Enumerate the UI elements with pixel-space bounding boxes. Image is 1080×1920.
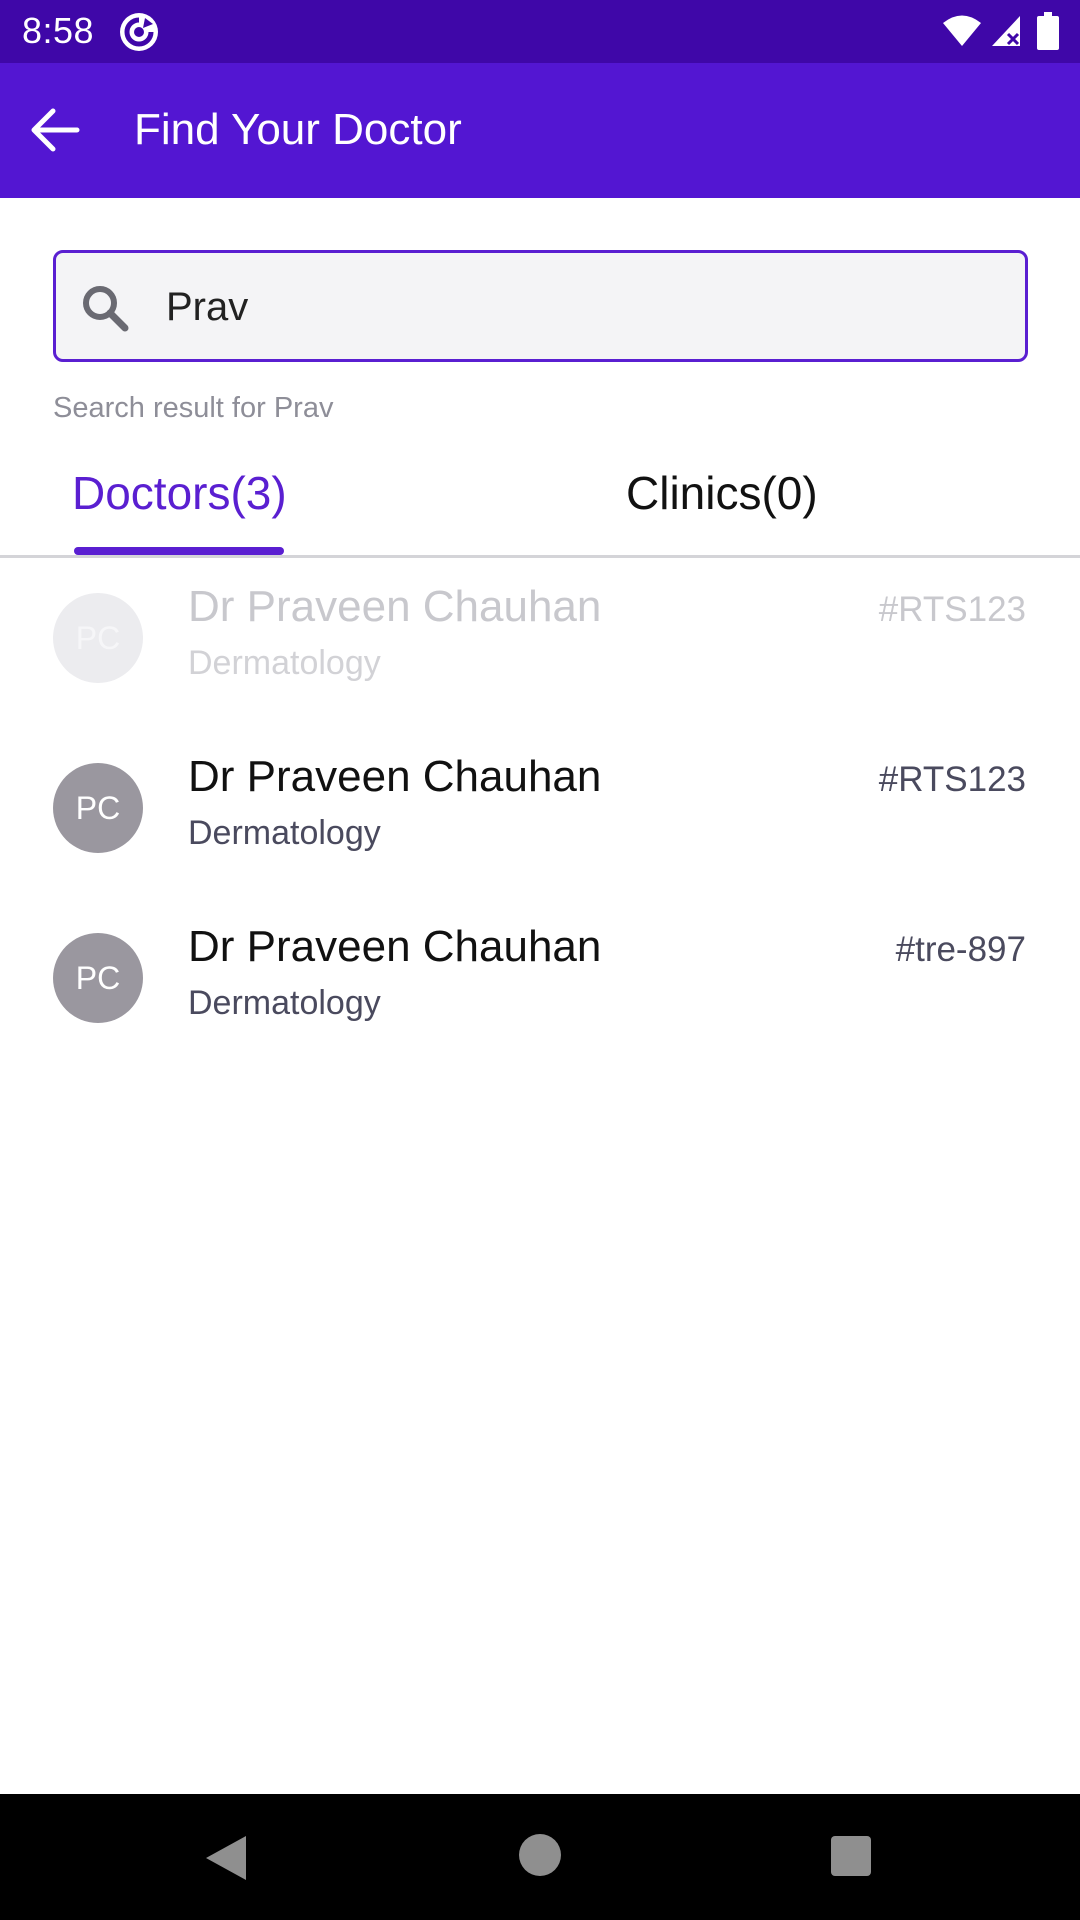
wifi-icon	[943, 15, 981, 46]
doctor-specialty: Dermatology	[188, 984, 381, 1022]
nav-back-icon[interactable]	[204, 1834, 248, 1882]
app-bar: Find Your Doctor	[0, 63, 1080, 198]
tab-doctors[interactable]: Doctors(3)	[72, 466, 287, 520]
doctor-code: #tre-897	[895, 930, 1026, 969]
doctor-code: #RTS123	[878, 590, 1026, 629]
search-box[interactable]	[53, 250, 1028, 362]
arrow-left-icon	[31, 108, 80, 152]
system-nav-bar	[0, 1794, 1080, 1920]
doctor-list-item[interactable]: PC Dr Praveen Chauhan Dermatology #RTS12…	[0, 728, 1080, 898]
battery-icon	[1037, 12, 1059, 50]
search-result-caption: Search result for Prav	[53, 392, 334, 424]
avatar: PC	[53, 763, 143, 853]
doctor-name: Dr Praveen Chauhan	[188, 752, 602, 801]
doctor-name: Dr Praveen Chauhan	[188, 922, 602, 971]
nav-home-icon[interactable]	[519, 1834, 561, 1876]
doctor-name: Dr Praveen Chauhan	[188, 582, 602, 631]
avatar: PC	[53, 593, 143, 683]
signal-icon	[992, 16, 1020, 46]
doctor-specialty: Dermatology	[188, 644, 381, 682]
tab-bar: Doctors(3) Clinics(0)	[0, 448, 1080, 558]
page-title: Find Your Doctor	[134, 105, 462, 154]
status-time: 8:58	[22, 10, 95, 51]
tab-clinics[interactable]: Clinics(0)	[626, 466, 818, 520]
search-icon	[83, 286, 129, 332]
back-button[interactable]	[22, 97, 88, 163]
status-bar: 8:58	[0, 0, 1080, 63]
avatar: PC	[53, 933, 143, 1023]
search-input[interactable]	[166, 271, 996, 343]
doctor-list-item[interactable]: PC Dr Praveen Chauhan Dermatology #RTS12…	[0, 558, 1080, 728]
tab-active-indicator	[74, 547, 284, 555]
nav-recents-icon[interactable]	[831, 1836, 871, 1876]
doctor-specialty: Dermatology	[188, 814, 381, 852]
doctor-list-item[interactable]: PC Dr Praveen Chauhan Dermatology #tre-8…	[0, 898, 1080, 1068]
app-sync-icon	[120, 13, 158, 51]
doctor-code: #RTS123	[878, 760, 1026, 799]
